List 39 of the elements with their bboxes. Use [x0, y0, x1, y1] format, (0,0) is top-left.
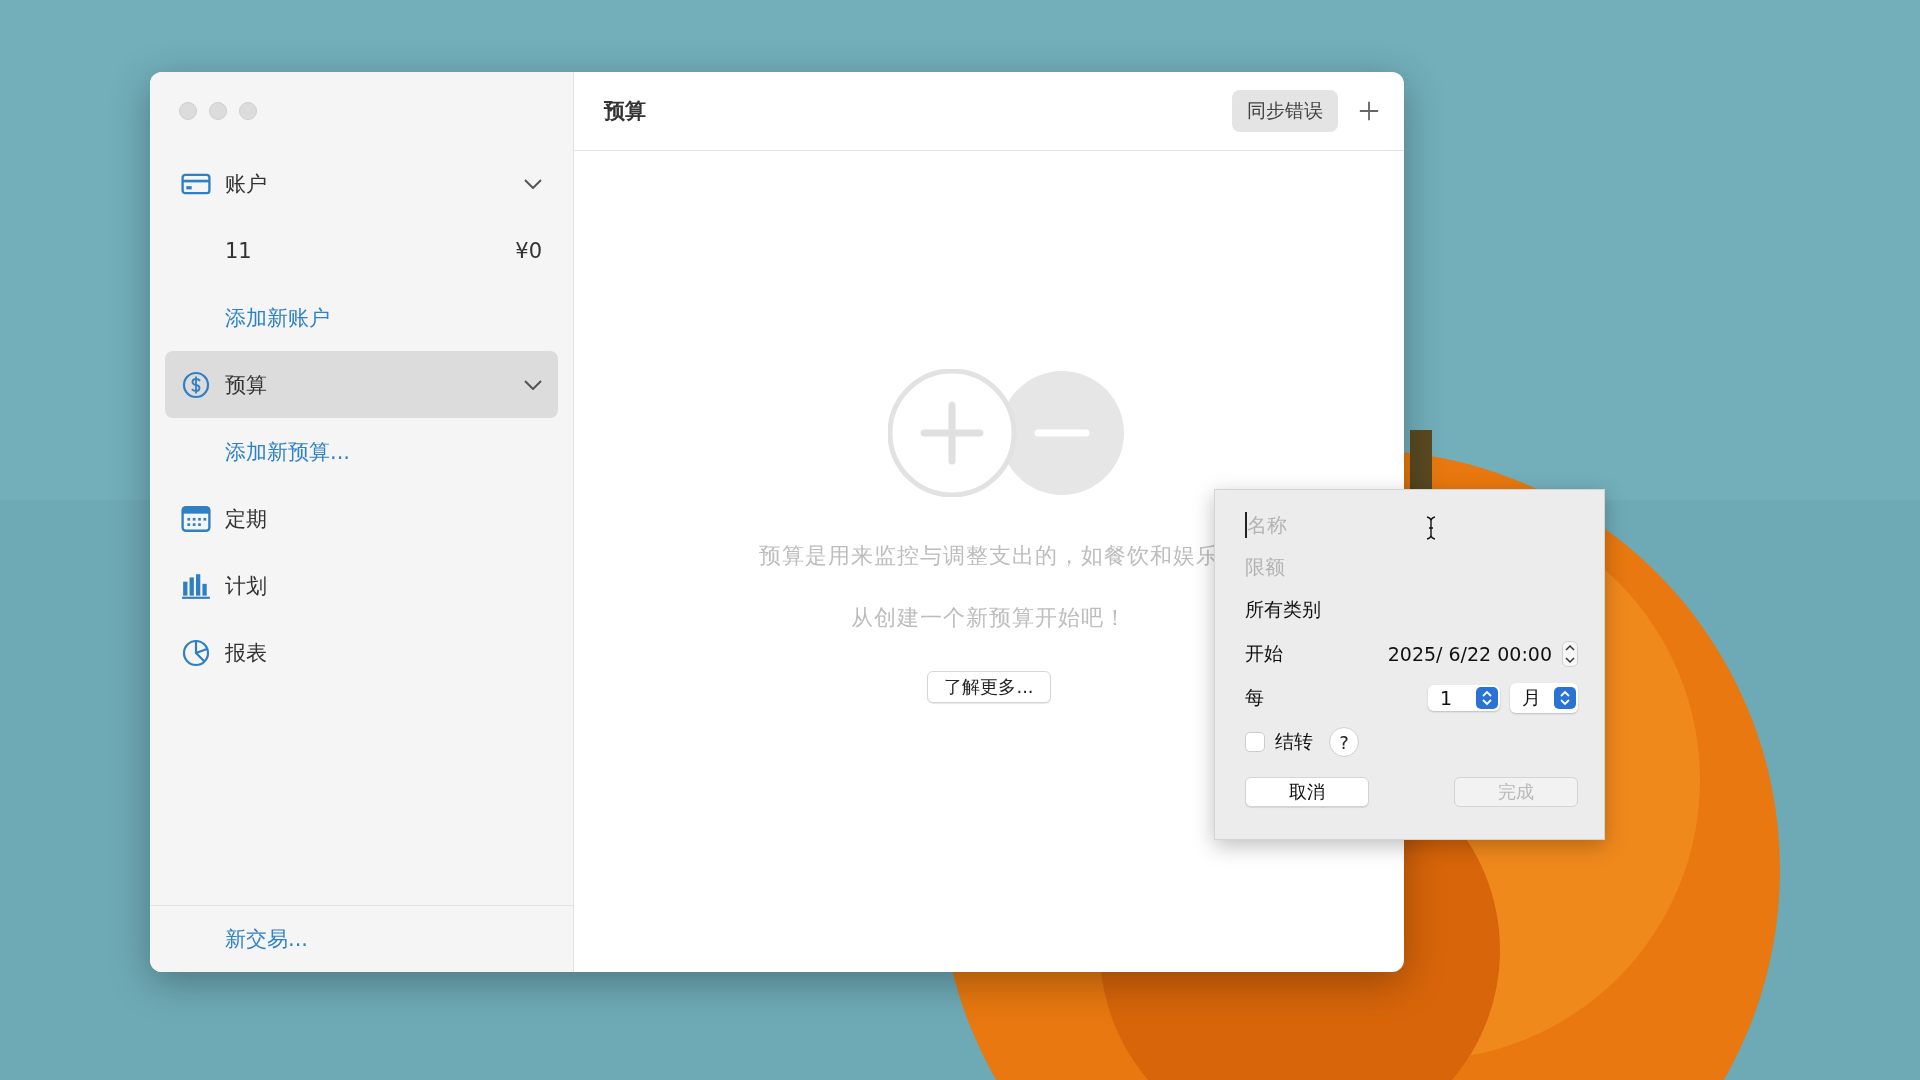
add-link[interactable]: 添加新预算... [225, 437, 351, 466]
help-button[interactable]: ? [1329, 727, 1359, 757]
name-field[interactable]: 名称 [1245, 512, 1447, 538]
limit-field[interactable]: 限额 [1245, 546, 1578, 588]
every-label: 每 [1245, 685, 1264, 710]
chevron-icon [524, 379, 542, 390]
sidebar-item[interactable]: 定期 [165, 485, 558, 552]
sidebar-section-header[interactable]: 预算 [165, 351, 558, 418]
zoom-window-button[interactable] [239, 102, 257, 120]
account-row[interactable]: 11 ¥0 [165, 217, 558, 284]
new-transaction-link[interactable]: 新交易... [225, 925, 309, 953]
category-selector[interactable]: 所有类别 [1245, 597, 1321, 623]
close-window-button[interactable] [179, 102, 197, 120]
prompt-text: 从创建一个新预算开始吧！ [851, 604, 1127, 632]
sidebar-item[interactable]: 计划 [165, 552, 558, 619]
bar-chart-icon [181, 571, 211, 600]
cancel-button[interactable]: 取消 [1245, 777, 1369, 807]
sync-error-button[interactable]: 同步错误 [1232, 90, 1338, 132]
pie-chart-icon [181, 638, 211, 667]
sidebar-item[interactable]: 报表 [165, 619, 558, 686]
calendar-icon [181, 504, 211, 533]
up-down-arrows-icon [1554, 687, 1576, 709]
page-title: 预算 [604, 98, 647, 125]
stepper-icon[interactable] [1562, 641, 1578, 667]
up-down-arrows-icon [1476, 687, 1498, 709]
rollover-label: 结转 [1275, 729, 1313, 754]
minimize-window-button[interactable] [209, 102, 227, 120]
add-icon[interactable] [1358, 100, 1380, 122]
add-link[interactable]: 添加新账户 [225, 303, 330, 332]
sidebar-section-header[interactable]: 账户 [165, 150, 558, 217]
date-field[interactable]: 2025/ 6/22 00:00 [1387, 643, 1552, 665]
count-popup-button[interactable]: 1 [1428, 685, 1500, 711]
start-label: 开始 [1245, 641, 1283, 666]
dollar-icon [181, 370, 211, 399]
rollover-checkbox[interactable] [1245, 732, 1265, 752]
text-cursor-icon [1425, 516, 1437, 540]
unit-popup-button[interactable]: 月 [1510, 683, 1578, 713]
learn-more-button[interactable]: 了解更多... [927, 671, 1051, 703]
chevron-icon [524, 178, 542, 189]
